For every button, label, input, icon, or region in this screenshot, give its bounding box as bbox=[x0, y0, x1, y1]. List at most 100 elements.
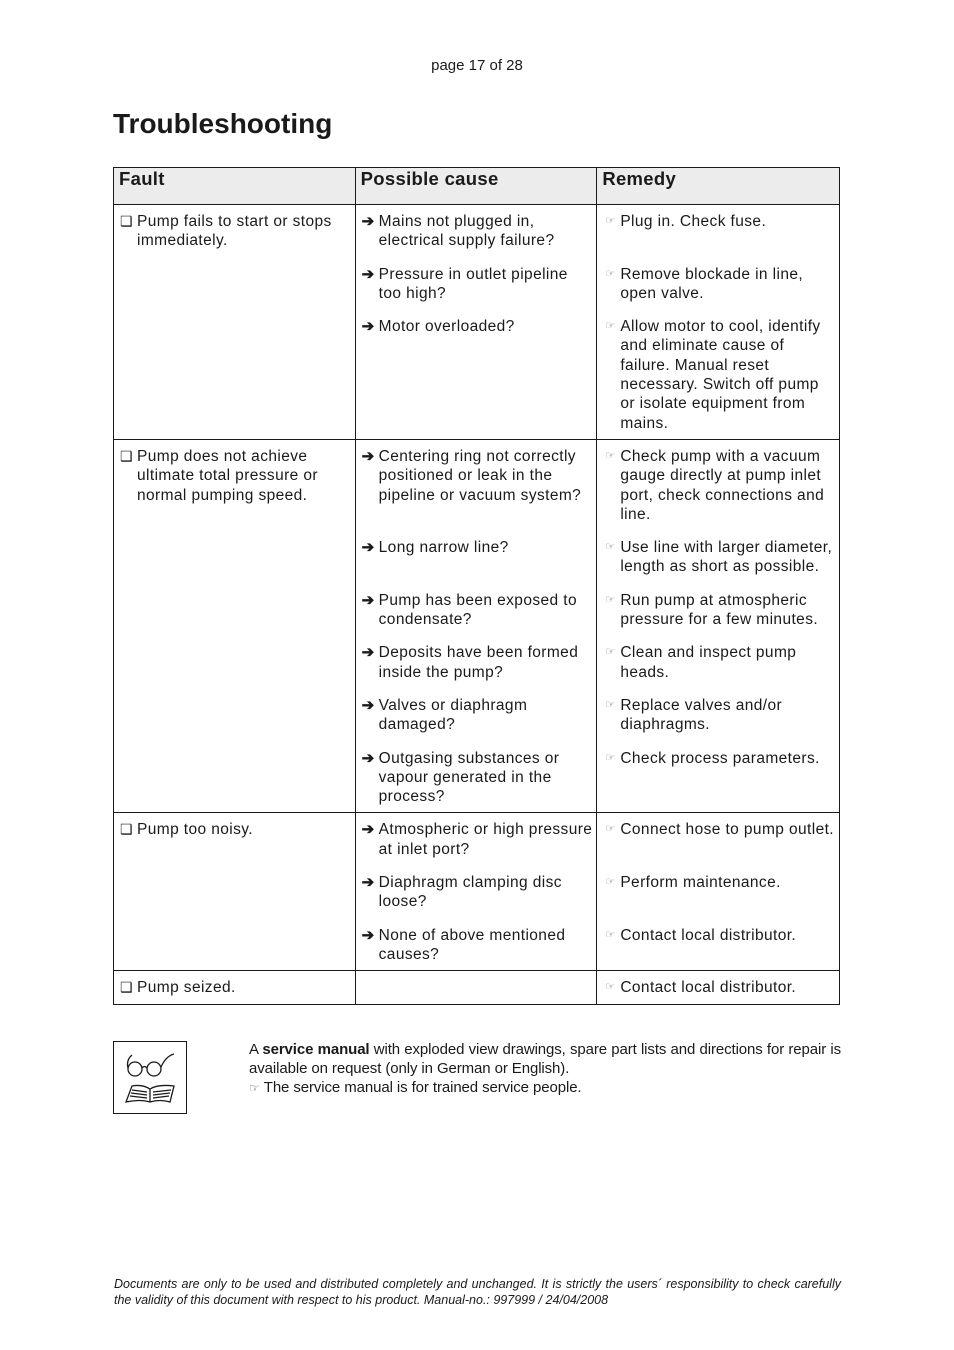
header-fault: Fault bbox=[113, 167, 356, 205]
table-row: ❑ Pump too noisy. ➔ Atmospheric or high pre… bbox=[113, 812, 840, 972]
arrow-right-icon: ➔ bbox=[361, 591, 375, 609]
pointing-hand-icon: ☞ bbox=[605, 593, 616, 606]
pointing-hand-icon: ☞ bbox=[605, 751, 616, 764]
arrow-right-icon: ➔ bbox=[361, 539, 375, 557]
list-item: ➔ Motor overloaded? bbox=[356, 317, 597, 336]
list-item: ➔ Valves or diaphragm damaged? bbox=[356, 696, 597, 735]
remedy-text: Check process parameters. bbox=[620, 749, 820, 767]
list-item: ❑ Pump does not achieve ultimate total pr… bbox=[114, 447, 355, 505]
list-item: ☞ Allow motor to cool, identify and elimi… bbox=[597, 317, 839, 433]
remedy-cell: ☞ Plug in. Check fuse. ☞ Remove blockade in… bbox=[596, 204, 840, 440]
list-item: ☞ Run pump at atmospheric pressure for a … bbox=[597, 591, 839, 630]
remedy-text: Plug in. Check fuse. bbox=[620, 213, 767, 230]
pointing-hand-icon: ☞ bbox=[605, 541, 616, 554]
table-row: ❑ Pump fails to start or stops immediatel… bbox=[113, 204, 840, 440]
arrow-right-icon: ➔ bbox=[361, 213, 375, 230]
arrow-right-icon: ➔ bbox=[361, 874, 375, 892]
checkbox-icon: ❑ bbox=[120, 979, 133, 996]
glasses-book-icon bbox=[124, 1053, 175, 1103]
checkbox-icon: ❑ bbox=[120, 821, 133, 838]
remedy-text: Check pump with a vacuum gauge directly … bbox=[620, 447, 825, 523]
cause-text: Pump has been exposed to condensate? bbox=[378, 591, 577, 629]
cause-text: Outgasing substances or vapour generated… bbox=[378, 749, 560, 806]
cause-cell: ➔ Mains not plugged in, electrical supply… bbox=[354, 204, 598, 440]
remedy-text: Run pump at atmospheric pressure for a f… bbox=[620, 591, 819, 629]
arrow-right-icon: ➔ bbox=[361, 447, 375, 465]
list-item: ❑ Pump fails to start or stops immediatel… bbox=[114, 212, 355, 251]
list-item: ➔ Diaphragm clamping disc loose? bbox=[356, 873, 597, 912]
list-item: ➔ Centering ring not correctly positioned… bbox=[356, 447, 597, 505]
cause-cell: ➔ Atmospheric or high pressure at inlet p… bbox=[354, 812, 598, 972]
fault-cell: ❑ Pump fails to start or stops immediatel… bbox=[113, 204, 356, 440]
table-row: ❑ Pump seized. ☞ Contact local distributor. bbox=[113, 970, 840, 1005]
list-item: ➔ Mains not plugged in, electrical supply… bbox=[356, 212, 597, 251]
checkbox-icon: ❑ bbox=[120, 213, 133, 229]
header-possible-cause: Possible cause bbox=[354, 167, 598, 205]
remedy-text: Contact local distributor. bbox=[620, 926, 797, 944]
troubleshooting-table: Fault Possible cause Remedy ❑ Pump fails … bbox=[113, 167, 840, 1005]
pointing-hand-icon: ☞ bbox=[605, 320, 616, 333]
cause-text: Long narrow line? bbox=[378, 539, 509, 557]
list-item: ➔ None of above mentioned causes? bbox=[356, 926, 597, 965]
list-item: ☞ Use line with larger diameter, length a… bbox=[597, 538, 839, 577]
fault-text: Pump seized. bbox=[137, 979, 236, 997]
cause-text: Motor overloaded? bbox=[378, 318, 515, 336]
remedy-text: Connect hose to pump outlet. bbox=[620, 821, 835, 839]
list-item: ☞ Connect hose to pump outlet. bbox=[597, 820, 839, 839]
pointing-hand-icon: ☞ bbox=[605, 267, 616, 280]
pointing-hand-icon: ☞ bbox=[605, 449, 616, 462]
table-row: ❑ Pump does not achieve ultimate total pr… bbox=[113, 438, 840, 814]
checkbox-icon: ❑ bbox=[120, 447, 133, 464]
fault-text: Pump does not achieve ultimate total pre… bbox=[137, 447, 318, 504]
list-item: ☞ Perform maintenance. bbox=[597, 873, 839, 892]
service-manual-note: A service manual with exploded view draw… bbox=[249, 1040, 841, 1098]
fault-text: Pump fails to start or stops immediately… bbox=[137, 213, 332, 250]
remedy-text: Allow motor to cool, identify and elimin… bbox=[620, 318, 821, 432]
remedy-text: Use line with larger diameter, length as… bbox=[620, 539, 833, 576]
page-number: page 17 of 28 bbox=[431, 57, 523, 74]
list-item: ☞ Plug in. Check fuse. bbox=[597, 212, 839, 231]
cause-text: None of above mentioned causes? bbox=[378, 926, 566, 963]
remedy-cell: ☞ Contact local distributor. bbox=[596, 970, 840, 1005]
pointing-hand-icon: ☞ bbox=[605, 928, 616, 941]
list-item: ❑ Pump seized. bbox=[114, 978, 355, 997]
remedy-text: Contact local distributor. bbox=[620, 979, 797, 997]
list-item: ☞ Check pump with a vacuum gauge directly… bbox=[597, 447, 839, 524]
list-item: ☞ Clean and inspect pump heads. bbox=[597, 643, 839, 682]
pointing-hand-icon: ☞ bbox=[605, 646, 616, 659]
list-item: ❑ Pump too noisy. bbox=[114, 820, 355, 839]
list-item: ➔ Pump has been exposed to condensate? bbox=[356, 591, 597, 630]
list-item: ➔ Long narrow line? bbox=[356, 538, 597, 557]
list-item: ➔ Pressure in outlet pipeline too high? bbox=[356, 265, 597, 304]
arrow-right-icon: ➔ bbox=[361, 749, 375, 767]
note-hint: The service manual is for trained servic… bbox=[263, 1079, 582, 1096]
pointing-hand-icon: ☞ bbox=[605, 876, 616, 889]
arrow-right-icon: ➔ bbox=[361, 265, 375, 283]
list-item: ➔ Outgasing substances or vapour generate… bbox=[356, 749, 597, 807]
pointing-hand-icon: ☞ bbox=[605, 215, 616, 227]
cause-text: Valves or diaphragm damaged? bbox=[378, 696, 528, 734]
list-item: ☞ Contact local distributor. bbox=[597, 978, 839, 997]
cause-text: Pressure in outlet pipeline too high? bbox=[378, 265, 568, 302]
arrow-right-icon: ➔ bbox=[361, 821, 375, 839]
fault-cell: ❑ Pump seized. bbox=[113, 970, 356, 1005]
list-item: ➔ Atmospheric or high pressure at inlet p… bbox=[356, 820, 597, 859]
note-prefix: A bbox=[249, 1041, 263, 1058]
arrow-right-icon: ➔ bbox=[361, 926, 375, 944]
page-title: Troubleshooting bbox=[113, 108, 333, 139]
cause-cell bbox=[354, 970, 598, 1005]
remedy-text: Replace valves and/or diaphragms. bbox=[620, 696, 783, 734]
cause-text: Centering ring not correctly positioned … bbox=[378, 447, 582, 504]
remedy-text: Clean and inspect pump heads. bbox=[620, 644, 797, 681]
pointing-hand-icon: ☞ bbox=[605, 981, 616, 994]
pointing-hand-icon: ☞ bbox=[605, 698, 616, 711]
fault-cell: ❑ Pump does not achieve ultimate total pr… bbox=[113, 438, 356, 814]
arrow-right-icon: ➔ bbox=[361, 318, 375, 336]
remedy-text: Remove blockade in line, open valve. bbox=[620, 265, 804, 302]
remedy-text: Perform maintenance. bbox=[620, 874, 781, 892]
fault-cell: ❑ Pump too noisy. bbox=[113, 812, 356, 972]
list-item: ☞ Replace valves and/or diaphragms. bbox=[597, 696, 839, 735]
cause-text: Atmospheric or high pressure at inlet po… bbox=[378, 821, 593, 858]
header-remedy: Remedy bbox=[596, 167, 840, 205]
list-item: ☞ Remove blockade in line, open valve. bbox=[597, 265, 839, 304]
